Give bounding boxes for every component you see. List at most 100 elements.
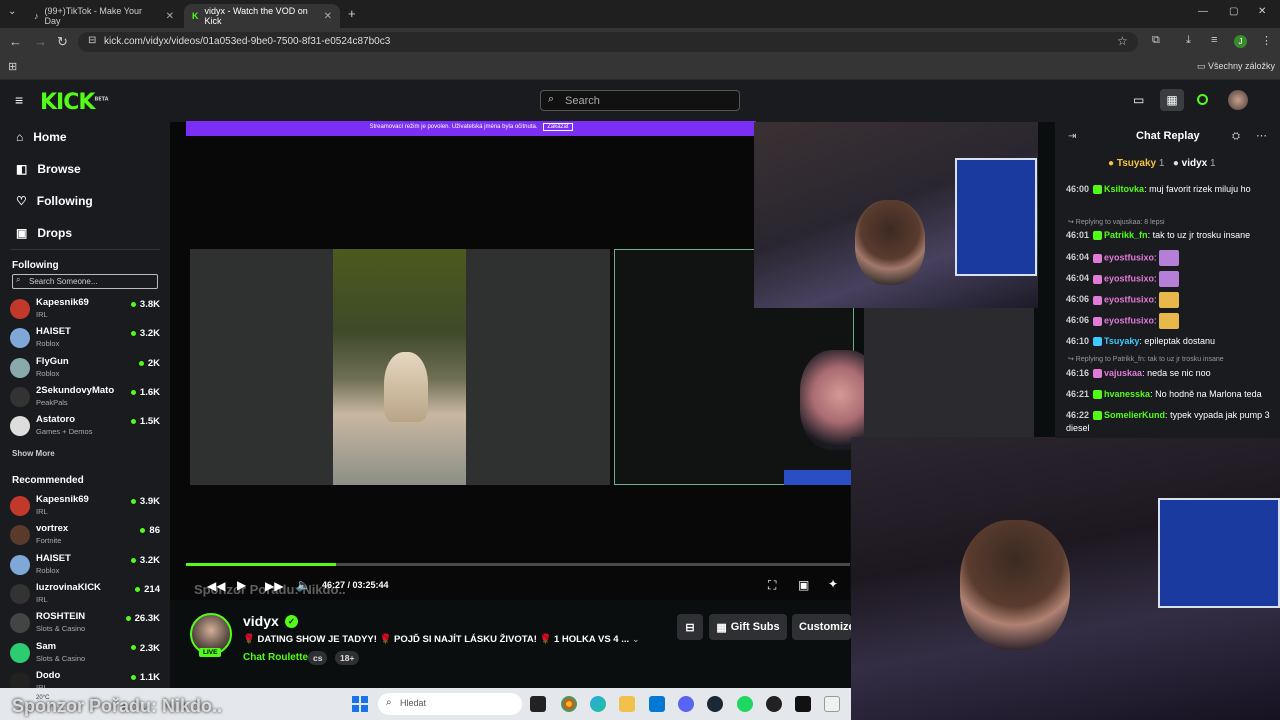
discord-icon[interactable] (678, 696, 694, 712)
file-explorer-icon[interactable] (619, 696, 635, 712)
channel-item[interactable]: HAISET Roblox 3.2K (10, 324, 160, 352)
site-info-icon[interactable]: ⊟ (88, 35, 96, 46)
picture-in-picture-icon[interactable]: ▣ (798, 578, 809, 592)
forward-icon[interactable]: → (34, 34, 47, 49)
channel-item[interactable]: 2SekundovyMato PeakPals 1.6K (10, 383, 160, 411)
tab-tiktok[interactable]: ♪ (99+)TikTok - Make Your Day ✕ (26, 4, 182, 28)
chat-username[interactable]: Ksiltovka (1104, 184, 1144, 194)
sidebar-item-drops[interactable]: ▣ Drops (16, 226, 72, 240)
spotify-icon[interactable] (737, 696, 753, 712)
chat-username[interactable]: hvanesska (1104, 389, 1150, 399)
download-icon[interactable]: ⤓ (1186, 34, 1191, 47)
chat-username[interactable]: eyostfusixo (1104, 294, 1154, 304)
fast-forward-icon[interactable]: ▶▶ (265, 579, 283, 593)
chat-message[interactable]: 46:21 hvanesska: No hodně na Marlona teda (1066, 388, 1276, 401)
clip-icon[interactable]: ⛶ (768, 578, 776, 593)
kick-status-icon[interactable] (1197, 94, 1208, 105)
tag-language[interactable]: cs (308, 651, 328, 665)
channel-item[interactable]: HAISET Roblox 3.2K (10, 551, 160, 579)
chat-username[interactable]: vajuskaa (1104, 368, 1142, 378)
menu-icon[interactable]: ⋮ (1261, 34, 1272, 47)
channel-item[interactable]: luzrovinaKICK IRL 214 (10, 580, 160, 608)
tab-search-icon[interactable]: ⌄ (8, 6, 16, 17)
chat-username[interactable]: Patrikk_fn (1104, 230, 1148, 240)
chat-message[interactable]: 46:04 eyostfusixo: (1066, 271, 1276, 287)
sidebar-item-browse[interactable]: ◧ Browse (16, 162, 81, 176)
steam-icon[interactable] (707, 696, 723, 712)
disable-button[interactable]: Zakázat (543, 123, 573, 131)
channel-item[interactable]: ROSHTEIN Slots & Casino 26.3K (10, 609, 160, 637)
search-following-input[interactable]: Search Someone... (12, 274, 158, 289)
chat-username[interactable]: eyostfusixo (1104, 252, 1154, 262)
all-bookmarks[interactable]: ▭ Všechny záložky (1197, 61, 1275, 72)
collapse-chat-icon[interactable]: ⇥ (1068, 131, 1076, 142)
close-tab-icon[interactable]: ✕ (166, 11, 174, 22)
chevron-down-icon[interactable]: ⌄ (632, 634, 640, 645)
play-icon[interactable]: ▶ (237, 578, 246, 592)
clip-button[interactable]: ⊟ (677, 614, 703, 640)
extensions-icon[interactable]: ⧉ (1152, 34, 1160, 47)
edge-icon[interactable] (590, 696, 606, 712)
store-icon[interactable] (649, 696, 665, 712)
stream-category[interactable]: Chat Roulette (243, 652, 308, 663)
reload-icon[interactable]: ↻ (57, 34, 68, 50)
chat-message[interactable]: 46:22 SomelierKund: typek vypada jak pump… (1066, 409, 1276, 435)
user-avatar[interactable] (1228, 90, 1248, 110)
tiktok-icon[interactable] (795, 696, 811, 712)
chat-username[interactable]: eyostfusixo (1104, 315, 1154, 325)
apps-icon[interactable]: ⊞ (8, 60, 17, 73)
chat-username[interactable]: Tsuyaky (1104, 336, 1139, 346)
kick-logo[interactable]: KICKBETA (40, 90, 109, 115)
search-input[interactable]: Search (540, 90, 740, 111)
sidebar-item-home[interactable]: ⌂ Home (16, 130, 67, 144)
channel-item[interactable]: Kapesnik69 IRL 3.9K (10, 492, 160, 520)
chat-message[interactable]: 46:01 Patrikk_fn: tak to uz jr trosku ins… (1066, 229, 1276, 242)
channel-item[interactable]: Kapesnik69 IRL 3.8K (10, 295, 160, 323)
close-window-icon[interactable]: ✕ (1258, 6, 1266, 17)
new-tab-button[interactable]: + (348, 6, 356, 21)
chat-message[interactable]: 46:06 eyostfusixo: (1066, 292, 1276, 308)
chat-message[interactable]: 46:00 Ksiltovka: muj favorit rizek miluju… (1066, 183, 1276, 196)
profile-avatar[interactable]: J (1234, 35, 1247, 48)
bookmark-star-icon[interactable]: ☆ (1117, 34, 1128, 48)
channel-item[interactable]: FlyGun Roblox 2K (10, 354, 160, 382)
channel-item[interactable]: Sam Slots & Casino 2.3K (10, 639, 160, 667)
minimize-icon[interactable]: — (1198, 6, 1208, 17)
chat-message[interactable]: 46:16 vajuskaa: neda se nic noo (1066, 367, 1276, 380)
url-bar[interactable]: kick.com/vidyx/videos/01a053ed-9be0-7500… (78, 32, 1138, 52)
capcut-icon[interactable] (824, 696, 840, 712)
chat-username[interactable]: eyostfusixo (1104, 273, 1154, 283)
channel-item[interactable]: vortrex Fortnite 86 (10, 521, 160, 549)
back-icon[interactable]: ← (9, 34, 22, 49)
chat-message[interactable]: 46:10 Tsuyaky: epileptak dostanu (1066, 335, 1276, 348)
theater-mode-icon[interactable]: ▭ (1133, 93, 1144, 107)
streamer-name[interactable]: vidyx (243, 613, 279, 629)
layout-icon[interactable]: ▦ (1160, 89, 1184, 111)
volume-icon[interactable]: 🔈 (296, 578, 311, 592)
close-tab-icon[interactable]: ✕ (324, 11, 332, 22)
rewind-icon[interactable]: ◀◀ (207, 579, 225, 593)
tab-kick[interactable]: K vidyx - Watch the VOD on Kick ✕ (184, 4, 340, 28)
gifter-name[interactable]: Tsuyaky (1117, 158, 1156, 169)
customize-button[interactable]: Customize (792, 614, 851, 640)
more-options-icon[interactable]: ⋯ (1256, 129, 1267, 142)
chat-message[interactable]: 46:06 eyostfusixo: (1066, 313, 1276, 329)
channel-item[interactable]: Astatoro Games + Demos 1.5K (10, 412, 160, 440)
gifter-name[interactable]: vidyx (1182, 158, 1208, 169)
chrome-icon[interactable] (561, 696, 577, 712)
users-icon[interactable]: ⛭ (1232, 131, 1240, 142)
windows-start-icon[interactable] (352, 696, 368, 712)
maximize-icon[interactable]: ▢ (1229, 6, 1238, 17)
show-more-link[interactable]: Show More (12, 449, 55, 458)
obs-icon[interactable] (766, 696, 782, 712)
task-view-icon[interactable] (530, 696, 546, 712)
media-icon[interactable]: ≡ (1211, 34, 1217, 46)
gift-subs-button[interactable]: ▦ Gift Subs (709, 614, 787, 640)
tag-mature[interactable]: 18+ (335, 651, 360, 665)
chat-username[interactable]: SomelierKund (1104, 410, 1165, 420)
sidebar-item-following[interactable]: ♡ Following (16, 194, 93, 208)
settings-sparkle-icon[interactable]: ✦ (828, 577, 838, 591)
hamburger-menu-icon[interactable]: ≡ (15, 92, 23, 108)
chat-message[interactable]: 46:04 eyostfusixo: (1066, 250, 1276, 266)
taskbar-search-input[interactable]: Hledat (378, 693, 522, 715)
